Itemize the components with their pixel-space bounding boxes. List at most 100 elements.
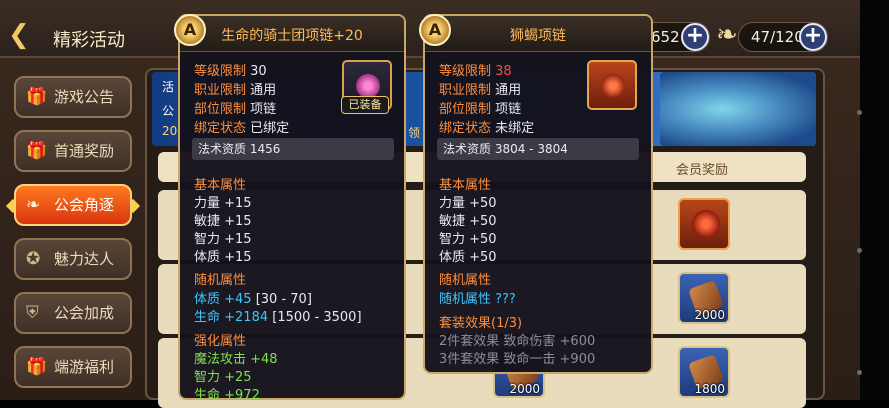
sidebar-item-announcement[interactable]: 🎁 游戏公告 [14, 76, 132, 118]
banner-text: 公 [162, 104, 175, 118]
wings-icon: ❧ [26, 195, 41, 215]
item-name: 生命的骑士团项链+20 [221, 28, 363, 44]
slot-limit-row: 部位限制 项链 [194, 98, 276, 117]
random-stat: 生命 +2184 [194, 310, 269, 325]
gift-icon: 🎁 [26, 141, 48, 161]
page-title: 精彩活动 [53, 30, 125, 51]
reward-quantity: 2000 [694, 308, 725, 322]
screen-edge [860, 0, 889, 400]
class-limit-label: 职业限制 [439, 83, 492, 98]
necklace-icon [692, 210, 720, 238]
level-limit-row: 等级限制 38 [439, 60, 512, 79]
edge-dot [857, 110, 862, 115]
gift-icon: 🎁 [26, 357, 48, 377]
reward-quantity: 2000 [509, 382, 540, 396]
bind-status-label: 绑定状态 [194, 121, 247, 136]
sidebar-item-guild-contest[interactable]: ❧ 公会角逐 [14, 184, 132, 226]
slot-limit-value: 项链 [250, 102, 277, 117]
level-limit-label: 等级限制 [194, 64, 247, 79]
banner-character-art [660, 72, 816, 146]
edge-dot [857, 370, 862, 375]
add-gold-button[interactable]: + [681, 23, 709, 51]
sidebar-item-label: 首通奖励 [54, 142, 115, 160]
currency-gold-value: 652 [651, 28, 680, 46]
base-stat: 体质 +15 [194, 250, 252, 265]
enhance-stat: 智力 +25 [194, 370, 252, 385]
base-stat: 力量 +50 [439, 196, 497, 211]
random-attributes-title: 随机属性 [439, 273, 492, 288]
back-arrow-icon[interactable]: ❮ [8, 20, 38, 50]
sidebar-item-label: 魅力达人 [54, 250, 115, 268]
bind-status-label: 绑定状态 [439, 121, 492, 136]
banner-text: 领 [408, 126, 421, 140]
equipped-badge: 已装备 [341, 96, 389, 114]
random-stat-row: 体质 +45 [30 - 70] [194, 288, 312, 307]
item-tooltip-equipped: A 生命的骑士团项链+20 等级限制 30 职业限制 通用 部位限制 项链 绑定… [174, 14, 406, 403]
set-effect: 3件套效果 致命一击 +900 [439, 352, 596, 367]
class-limit-row: 职业限制 通用 [439, 79, 521, 98]
reward-item-scroll[interactable]: 1800 [678, 346, 730, 398]
bind-status-row: 绑定状态 已绑定 [194, 117, 289, 136]
class-limit-row: 职业限制 通用 [194, 79, 276, 98]
bind-status-value: 未绑定 [495, 121, 535, 136]
random-stat: 随机属性 ??? [439, 292, 516, 307]
reward-quantity: 1800 [694, 382, 725, 396]
level-limit-value: 38 [495, 64, 512, 79]
slot-limit-label: 部位限制 [194, 102, 247, 117]
base-attributes-title: 基本属性 [194, 178, 247, 193]
sidebar-item-label: 公会角逐 [54, 196, 115, 214]
sidebar-item-charm[interactable]: ✪ 魅力达人 [14, 238, 132, 280]
add-energy-button[interactable]: + [799, 23, 827, 51]
base-stat: 体质 +50 [439, 250, 497, 265]
level-limit-label: 等级限制 [439, 64, 492, 79]
sidebar-item-label: 公会加成 [54, 304, 115, 322]
bind-status-row: 绑定状态 未绑定 [439, 117, 534, 136]
class-limit-value: 通用 [495, 83, 522, 98]
base-stat: 智力 +15 [194, 232, 252, 247]
slot-limit-row: 部位限制 项链 [439, 98, 521, 117]
slot-limit-label: 部位限制 [439, 102, 492, 117]
random-stat-row: 生命 +2184 [1500 - 3500] [194, 306, 362, 325]
necklace-icon [587, 60, 637, 110]
necklace-gem [601, 74, 625, 98]
enhance-stat: 魔法攻击 +48 [194, 352, 278, 367]
class-limit-value: 通用 [250, 83, 277, 98]
random-attributes-title: 随机属性 [194, 273, 247, 288]
base-stat: 力量 +15 [194, 196, 252, 211]
set-effect-title: 套装效果(1/3) [439, 316, 523, 331]
random-stat-range: [30 - 70] [255, 292, 312, 307]
banner-text: 20 [162, 124, 178, 138]
sidebar-item-guild-bonus[interactable]: ⛨ 公会加成 [14, 292, 132, 334]
sidebar-item-label: 端游福利 [54, 358, 115, 376]
star-icon: ✪ [26, 249, 41, 269]
base-stat: 敏捷 +50 [439, 214, 497, 229]
enhance-stat: 生命 +972 [194, 388, 260, 403]
sidebar-item-label: 游戏公告 [54, 88, 115, 106]
sidebar-item-first-clear[interactable]: 🎁 首通奖励 [14, 130, 132, 172]
edge-dot [857, 248, 862, 253]
level-limit-row: 等级限制 30 [194, 60, 267, 79]
spell-aptitude-bar: 法术资质 1456 [192, 138, 394, 160]
class-limit-label: 职业限制 [194, 83, 247, 98]
column-header-member-reward: 会员奖励 [676, 163, 729, 178]
item-name: 狮蝎项链 [510, 28, 566, 44]
base-stat: 智力 +50 [439, 232, 497, 247]
banner-text: 活 [162, 80, 175, 94]
set-effect: 2件套效果 致命伤害 +600 [439, 334, 596, 349]
enhance-attributes-title: 强化属性 [194, 334, 247, 349]
currency-energy: 47/120 + [738, 22, 828, 52]
reward-item-necklace[interactable] [678, 198, 730, 250]
base-attributes-title: 基本属性 [439, 178, 492, 193]
base-stat: 敏捷 +15 [194, 214, 252, 229]
gift-icon: 🎁 [26, 87, 48, 107]
tooltip-header: A 生命的骑士团项链+20 [174, 14, 404, 52]
currency-energy-value: 47/120 [751, 28, 804, 46]
bind-status-value: 已绑定 [250, 121, 290, 136]
reward-item-scroll[interactable]: 2000 [678, 272, 730, 324]
level-limit-value: 30 [250, 64, 267, 79]
random-stat: 体质 +45 [194, 292, 252, 307]
sidebar-item-pc-welfare[interactable]: 🎁 端游福利 [14, 346, 132, 388]
necklace-gem [356, 74, 380, 98]
spell-aptitude-bar: 法术资质 3804 - 3804 [437, 138, 639, 160]
item-tooltip-compare: A 狮蝎项链 等级限制 38 职业限制 通用 部位限制 项链 绑定状态 未绑定 … [419, 14, 653, 374]
